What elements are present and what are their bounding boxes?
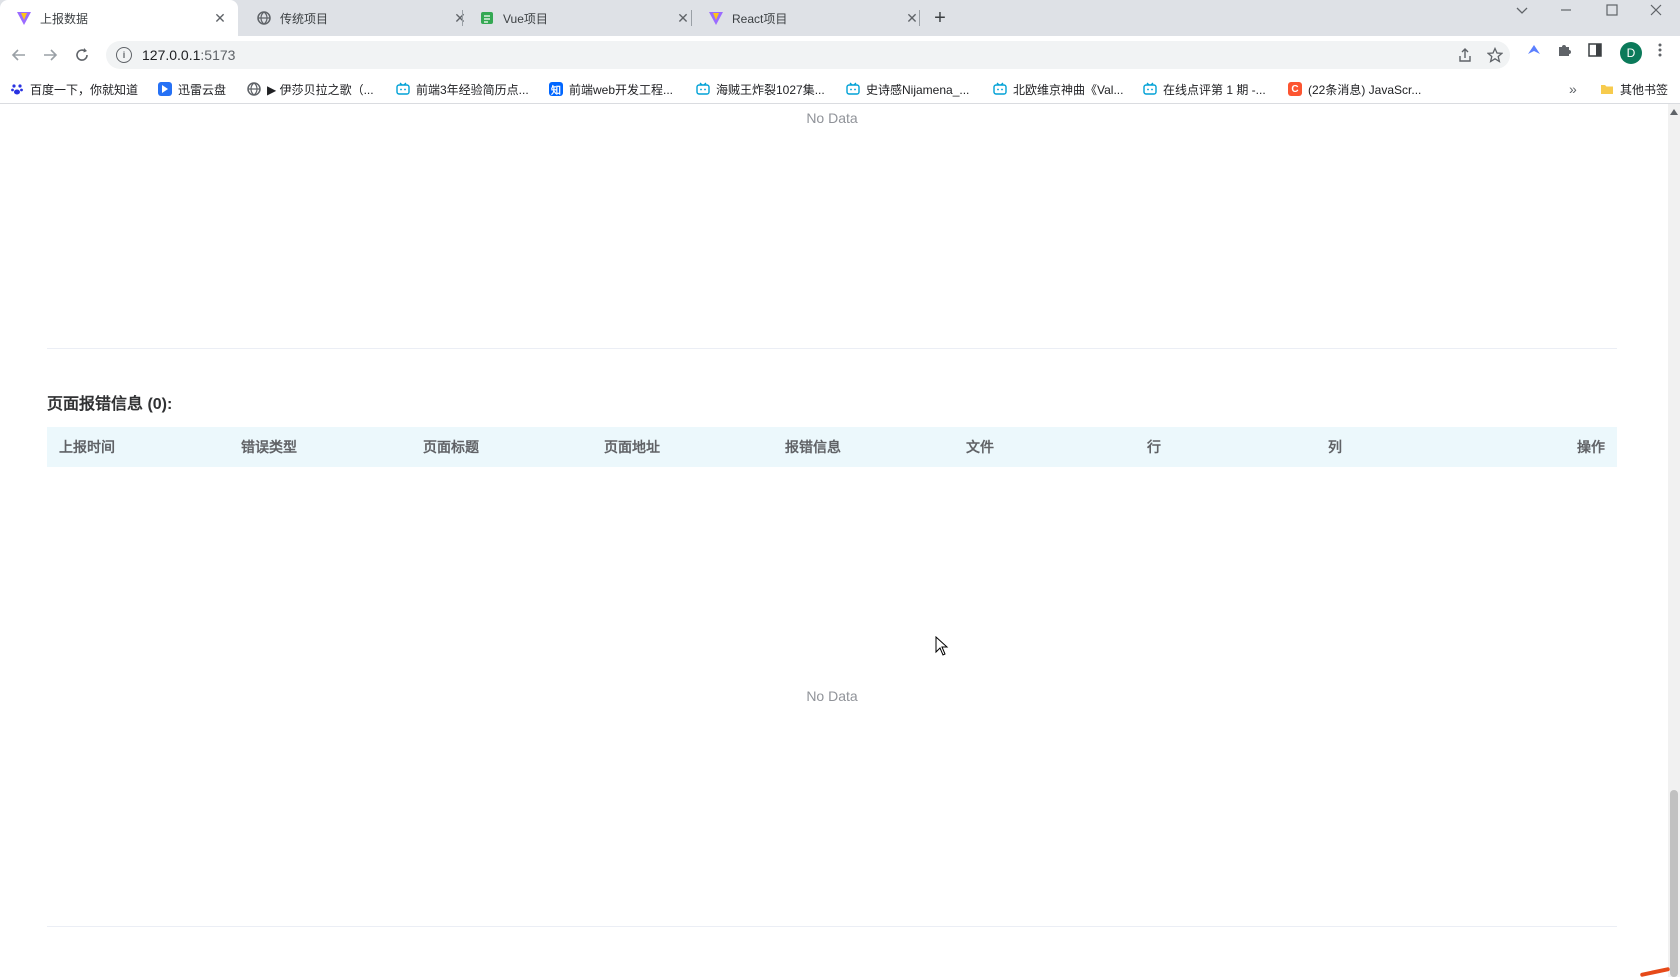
- bookmarks-bar: 百度一下，你就知道 迅雷云盘 ▶ 伊莎贝拉之歌（... 前端3年经验简历点...…: [0, 74, 1680, 104]
- table-bottom-border: [47, 348, 1617, 349]
- column-header: 操作: [1577, 439, 1605, 455]
- vite-logo-icon: [708, 10, 724, 26]
- url-text: 127.0.0.1:5173: [142, 47, 235, 63]
- column-header: 页面地址: [604, 439, 660, 455]
- maximize-icon[interactable]: [1592, 0, 1632, 36]
- tab-title: React项目: [732, 11, 788, 26]
- bookmark-item[interactable]: 史诗感Nijamena_...: [846, 79, 969, 99]
- tab-traditional-project[interactable]: 传统项目 ✕: [240, 0, 478, 36]
- bookmark-item[interactable]: 知 前端web开发工程...: [549, 79, 673, 99]
- tab-close-icon[interactable]: ✕: [212, 10, 228, 26]
- share-icon[interactable]: [1456, 47, 1474, 65]
- column-header: 错误类型: [241, 439, 297, 455]
- column-header: 文件: [966, 439, 994, 455]
- browser-toolbar: i 127.0.0.1:5173 D: [0, 36, 1680, 74]
- scrollbar-thumb[interactable]: [1670, 790, 1678, 977]
- page-scrollbar[interactable]: [1668, 104, 1680, 977]
- window-close-icon[interactable]: [1636, 0, 1676, 36]
- tab-report-data[interactable]: 上报数据 ✕: [0, 0, 238, 36]
- section-title-page-errors: 页面报错信息 (0):: [47, 396, 173, 413]
- column-header: 列: [1328, 439, 1342, 455]
- tab-vue-project[interactable]: Vue项目 ✕: [463, 0, 701, 36]
- error-table-header: 上报时间 错误类型 页面标题 页面地址 报错信息 文件 行 列 操作: [47, 427, 1617, 467]
- empty-state-text: No Data: [806, 688, 858, 704]
- side-panel-icon[interactable]: [1585, 42, 1605, 62]
- bilibili-icon: [1143, 82, 1157, 96]
- thunder-icon: [158, 82, 172, 96]
- bookmark-item[interactable]: C (22条消息) JavaScr...: [1288, 79, 1421, 99]
- more-menu-icon[interactable]: [1650, 42, 1670, 62]
- profile-avatar[interactable]: D: [1620, 42, 1642, 64]
- table-bottom-border: [47, 926, 1617, 927]
- tab-close-icon[interactable]: ✕: [675, 10, 691, 26]
- tab-title: Vue项目: [503, 11, 548, 26]
- tab-close-icon[interactable]: ✕: [904, 10, 920, 26]
- bilibili-icon: [993, 82, 1007, 96]
- column-header: 行: [1147, 439, 1161, 455]
- bookmarks-overflow-button[interactable]: »: [1569, 79, 1577, 99]
- empty-state-text: No Data: [806, 110, 858, 126]
- reload-icon[interactable]: [71, 44, 93, 66]
- tab-react-project[interactable]: React项目 ✕: [692, 0, 930, 36]
- mouse-cursor-icon: [935, 636, 949, 656]
- zhihu-icon: 知: [549, 82, 563, 97]
- paw-icon: [10, 82, 24, 96]
- bookmark-label: (22条消息) JavaScr...: [1308, 82, 1422, 97]
- new-tab-button[interactable]: +: [928, 6, 952, 30]
- globe-icon: [247, 82, 261, 96]
- back-icon[interactable]: [8, 44, 30, 66]
- tab-title: 上报数据: [40, 11, 89, 26]
- bookmark-item[interactable]: 迅雷云盘: [158, 79, 226, 99]
- bookmark-item[interactable]: 北欧维京神曲《Val...: [993, 79, 1123, 99]
- sheet-icon: [479, 10, 495, 26]
- url-host: 127.0.0.1: [142, 47, 201, 63]
- bookmark-label: 前端web开发工程...: [569, 82, 674, 97]
- column-header: 上报时间: [59, 439, 115, 455]
- bookmark-label: 其他书签: [1620, 82, 1669, 97]
- tab-strip: 上报数据 ✕ 传统项目 ✕ Vue项目 ✕ React项目 ✕ +: [0, 0, 1680, 36]
- bookmark-label: 迅雷云盘: [178, 82, 227, 97]
- bilibili-icon: [696, 82, 710, 96]
- globe-icon: [256, 10, 272, 26]
- page-content: No Data 页面报错信息 (0): 上报时间 错误类型 页面标题 页面地址 …: [0, 104, 1668, 977]
- tab-search-icon[interactable]: [1502, 0, 1542, 36]
- url-port: :5173: [200, 47, 236, 63]
- tab-separator: [919, 10, 920, 26]
- site-info-icon[interactable]: i: [116, 47, 132, 63]
- extensions-puzzle-icon[interactable]: [1554, 42, 1574, 62]
- other-bookmarks-folder[interactable]: 其他书签: [1600, 79, 1668, 99]
- column-header: 报错信息: [785, 439, 841, 455]
- folder-icon: [1600, 82, 1614, 96]
- scroll-up-arrow-icon[interactable]: [1668, 108, 1680, 118]
- bookmark-item[interactable]: 在线点评第 1 期 -...: [1143, 79, 1266, 99]
- bookmark-item[interactable]: 百度一下，你就知道: [10, 79, 138, 99]
- bookmark-label: 北欧维京神曲《Val...: [1013, 82, 1124, 97]
- bookmark-item[interactable]: 海贼王炸裂1027集...: [696, 79, 825, 99]
- vite-logo-icon: [16, 10, 32, 26]
- column-header: 页面标题: [423, 439, 479, 455]
- tab-title: 传统项目: [280, 11, 329, 26]
- bookmark-item[interactable]: 前端3年经验简历点...: [396, 79, 529, 99]
- bookmark-label: 前端3年经验简历点...: [416, 82, 529, 97]
- extension-bird-icon[interactable]: [1524, 42, 1544, 62]
- bilibili-icon: [846, 82, 860, 96]
- bookmark-label: 海贼王炸裂1027集...: [716, 82, 825, 97]
- forward-icon[interactable]: [39, 44, 61, 66]
- bookmark-label: 百度一下，你就知道: [30, 82, 139, 97]
- bookmark-label: 在线点评第 1 期 -...: [1163, 82, 1266, 97]
- bookmark-label: 史诗感Nijamena_...: [866, 82, 970, 97]
- csdn-icon: C: [1288, 82, 1302, 96]
- bookmark-item[interactable]: ▶ 伊莎贝拉之歌（...: [247, 79, 374, 99]
- minimize-icon[interactable]: [1546, 0, 1586, 36]
- browser-window: 上报数据 ✕ 传统项目 ✕ Vue项目 ✕ React项目 ✕ + i 127.…: [0, 0, 1680, 977]
- address-bar[interactable]: i 127.0.0.1:5173: [106, 41, 1510, 69]
- bookmark-star-icon[interactable]: [1486, 46, 1504, 65]
- bookmark-label: ▶ 伊莎贝拉之歌（...: [267, 82, 374, 97]
- bilibili-icon: [396, 82, 410, 96]
